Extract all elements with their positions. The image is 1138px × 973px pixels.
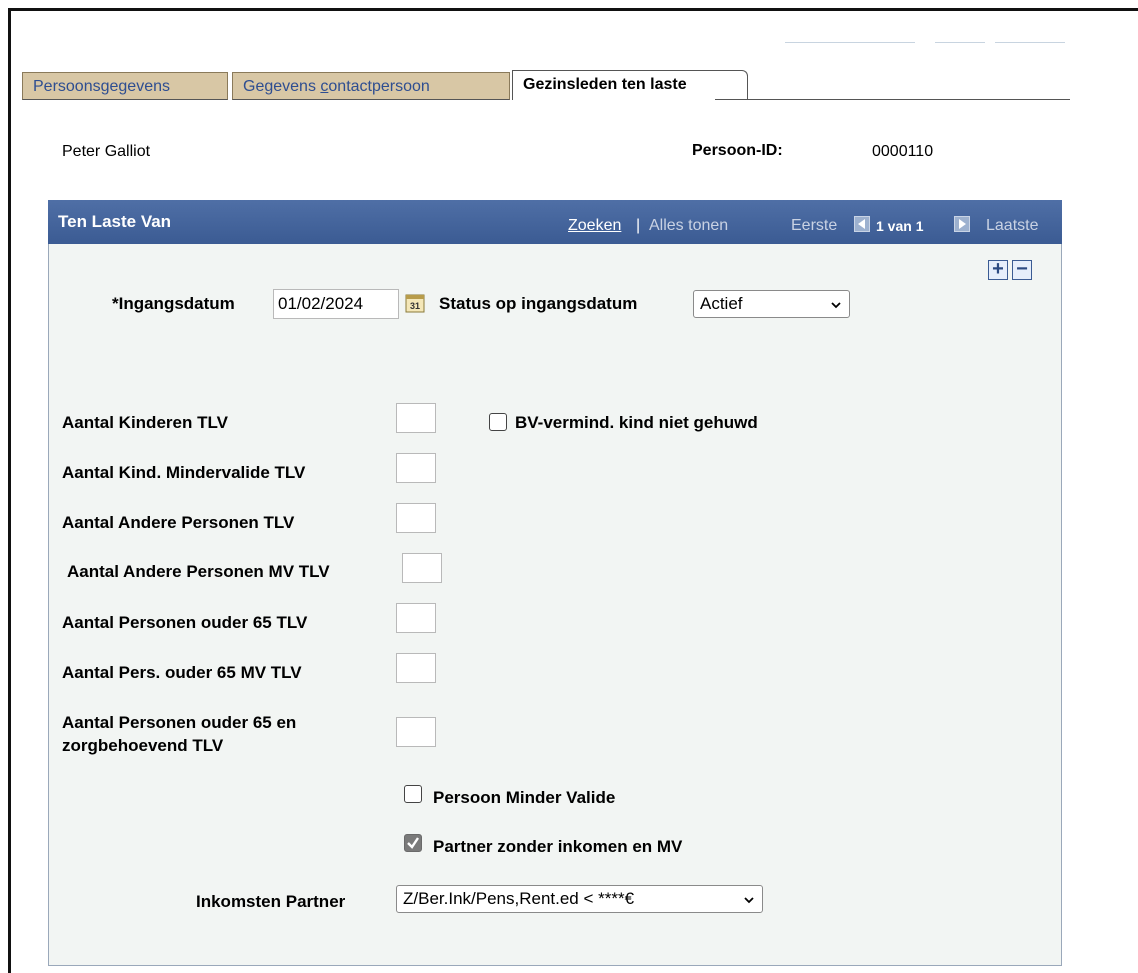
income-partner-select[interactable]: Z/Ber.Ink/Pens,Rent.ed < ****€ <box>396 885 763 913</box>
status-label: Status op ingangsdatum <box>439 294 638 313</box>
field-label-kinderen: Aantal Kinderen TLV <box>62 413 228 432</box>
zorgbehoevend-input[interactable] <box>396 717 436 747</box>
tab-label-part: Gegevens <box>243 78 321 95</box>
tab-label: Gezinsleden ten laste <box>523 76 687 93</box>
tabs-baseline <box>715 99 1070 100</box>
tab-label-part: ontactpersoon <box>328 78 430 95</box>
kinderen-input[interactable] <box>396 403 436 433</box>
personen-ouder-65-input[interactable] <box>396 603 436 633</box>
plus-icon[interactable]: + <box>988 259 1008 280</box>
bv-vermind-label: BV-vermind. kind niet gehuwd <box>515 413 758 432</box>
minus-icon[interactable]: − <box>1012 259 1032 280</box>
pers-ouder-65-mv-input[interactable] <box>396 653 436 683</box>
andere-personen-mv-input[interactable] <box>402 553 442 583</box>
tab-gegevens-contactpersoon[interactable]: Gegevens contactpersoon <box>232 72 510 100</box>
income-partner-label: Inkomsten Partner <box>196 892 346 911</box>
chevron-down-icon <box>744 897 754 904</box>
page-info: 1 van 1 <box>876 218 924 234</box>
status-select[interactable]: Actief <box>693 290 850 318</box>
person-id-value: 0000110 <box>872 143 934 160</box>
status-select-value: Actief <box>700 294 743 313</box>
arrow-right-icon[interactable] <box>954 216 970 232</box>
first-link[interactable]: Eerste <box>791 217 837 235</box>
field-label-andere-personen: Aantal Andere Personen TLV <box>62 513 295 532</box>
person-name: Peter Galliot <box>62 143 151 160</box>
field-label-andere-personen-mv: Aantal Andere Personen MV TLV <box>67 562 330 581</box>
bv-vermind-checkbox[interactable] <box>489 413 507 431</box>
field-label-pers-ouder-65-mv: Aantal Pers. ouder 65 MV TLV <box>62 663 302 682</box>
tab-label: Persoonsgegevens <box>33 78 170 95</box>
chevron-down-icon <box>831 302 841 309</box>
panel-header: Ten Laste Van Zoeken | Alles tonen Eerst… <box>48 200 1062 244</box>
search-link[interactable]: Zoeken <box>568 217 621 235</box>
calendar-icon[interactable]: 31 <box>404 292 426 314</box>
effective-date-input[interactable]: 01/02/2024 <box>273 289 399 319</box>
minder-valide-label: Persoon Minder Valide <box>433 788 616 807</box>
partner-checkbox[interactable] <box>404 834 422 852</box>
field-label-kind-mindervalide: Aantal Kind. Mindervalide TLV <box>62 463 306 482</box>
field-label-personen-ouder-65: Aantal Personen ouder 65 TLV <box>62 613 308 632</box>
show-all-link[interactable]: Alles tonen <box>649 217 728 235</box>
field-label-zorgbehoevend-line2: zorgbehoevend TLV <box>62 736 224 755</box>
arrow-left-icon[interactable] <box>854 216 870 232</box>
tab-gezinsleden-ten-laste[interactable]: Gezinsleden ten laste <box>512 70 748 100</box>
kind-mindervalide-input[interactable] <box>396 453 436 483</box>
effective-date-label: *Ingangsdatum <box>112 294 235 313</box>
minder-valide-checkbox[interactable] <box>404 785 422 803</box>
header-separator: | <box>636 217 641 234</box>
partner-label: Partner zonder inkomen en MV <box>433 837 683 856</box>
panel-title: Ten Laste Van <box>58 212 172 231</box>
tab-persoonsgegevens[interactable]: Persoonsgegevens <box>22 72 228 100</box>
income-partner-select-value: Z/Ber.Ink/Pens,Rent.ed < ****€ <box>403 889 635 908</box>
andere-personen-input[interactable] <box>396 503 436 533</box>
checkmark-icon <box>407 837 419 849</box>
svg-text:31: 31 <box>410 301 420 311</box>
field-label-zorgbehoevend-line1: Aantal Personen ouder 65 en <box>62 713 297 732</box>
last-link[interactable]: Laatste <box>986 217 1038 235</box>
person-id-label: Persoon-ID: <box>692 142 783 159</box>
